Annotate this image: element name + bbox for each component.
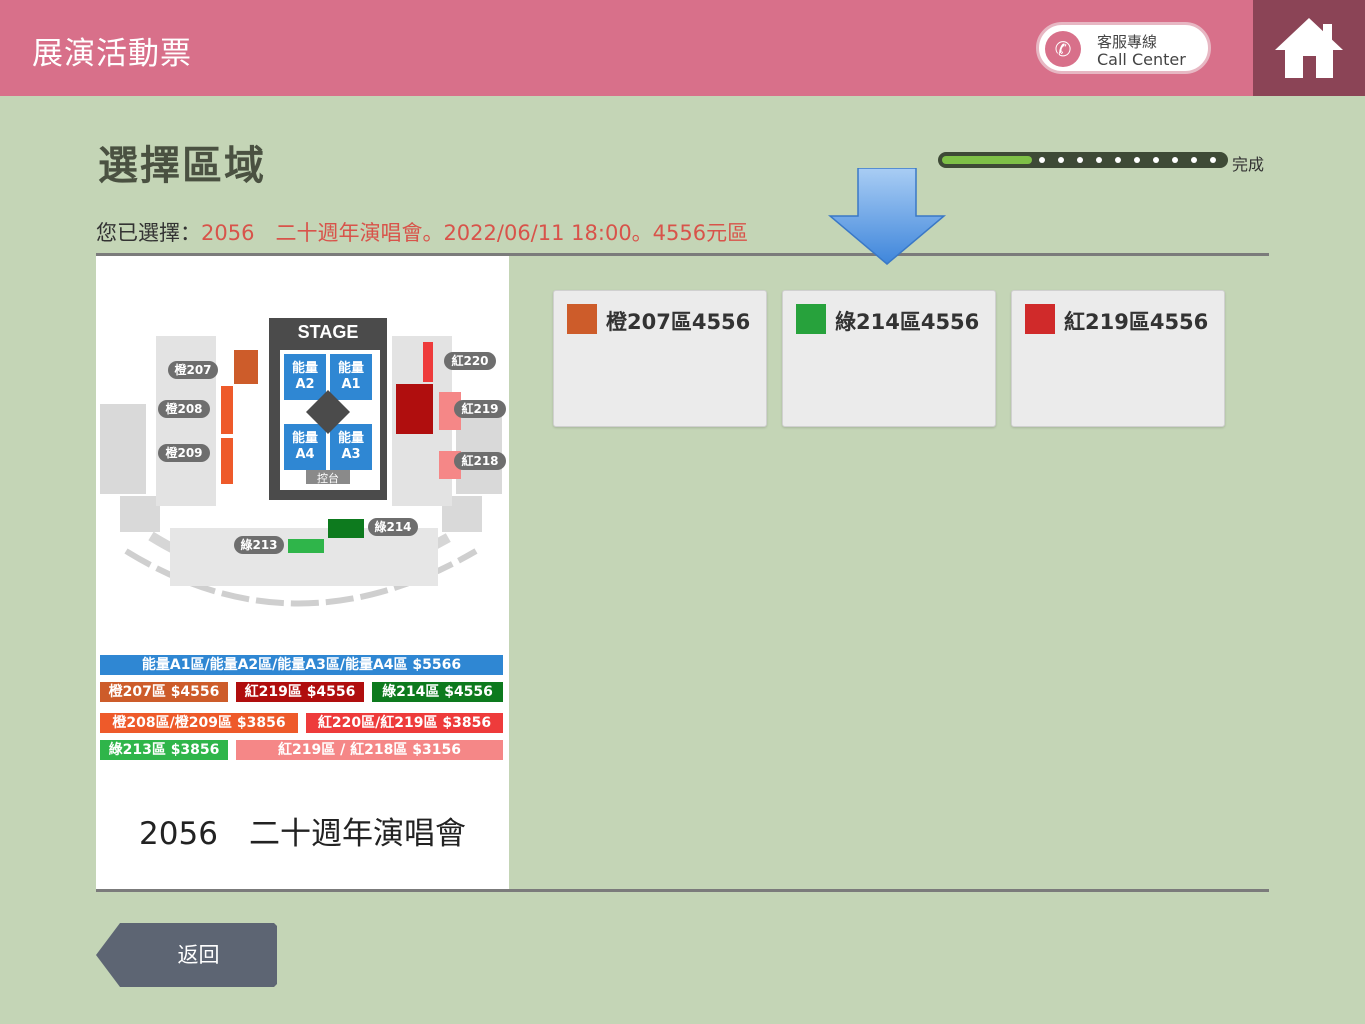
tag-orange-209: 橙209 xyxy=(165,445,202,460)
progress-label: 完成 xyxy=(1232,155,1265,174)
seat-map: STAGE 能量 A2 能量 A1 能量 A4 能量 A3 控台 橙207 橙2… xyxy=(100,318,506,607)
progress-dot xyxy=(1191,157,1197,163)
tag-orange-207: 橙207 xyxy=(174,362,211,377)
block-a4-line1: 能量 xyxy=(292,430,318,446)
app-title: 展演活動票 xyxy=(32,36,192,72)
legend-orange-208-209: 橙208區/橙209區 $3856 xyxy=(100,713,298,733)
back-button[interactable]: 返回 xyxy=(96,923,277,987)
area-card-orange-207[interactable]: 橙207區4556 xyxy=(553,290,767,427)
call-center-label-en: Call Center xyxy=(1097,50,1186,69)
progress-dot xyxy=(1039,157,1045,163)
area-color-swatch xyxy=(796,304,826,334)
header-bar: 展演活動票 ✆ 客服專線 Call Center xyxy=(0,0,1365,96)
home-icon xyxy=(1275,18,1343,78)
selection-value: 2056 二十週年演唱會。2022/06/11 18:00。4556元區 xyxy=(201,221,749,245)
down-arrow-icon xyxy=(828,168,947,265)
seat-map-panel: STAGE 能量 A2 能量 A1 能量 A4 能量 A3 控台 橙207 橙2… xyxy=(96,256,509,889)
tag-red-219: 紅219 xyxy=(461,401,498,416)
legend-energy: 能量A1區/能量A2區/能量A3區/能量A4區 $5566 xyxy=(100,655,503,675)
block-a2-line1: 能量 xyxy=(292,360,318,376)
selection-summary: 您已選擇：2056 二十週年演唱會。2022/06/11 18:00。4556元… xyxy=(96,217,748,247)
tag-green-213: 綠213 xyxy=(240,537,277,552)
tag-orange-208: 橙208 xyxy=(165,401,202,416)
tag-green-214: 綠214 xyxy=(374,519,411,534)
progress-fill xyxy=(942,156,1032,164)
legend-green-214: 綠214區 $4556 xyxy=(372,682,503,702)
block-a3-line2: A3 xyxy=(341,447,360,462)
block-a3-line1: 能量 xyxy=(338,430,364,446)
home-button[interactable] xyxy=(1253,0,1365,96)
progress-dot xyxy=(1096,157,1102,163)
block-a2-line2: A2 xyxy=(295,377,314,392)
area-color-swatch xyxy=(1025,304,1055,334)
legend-green-213: 綠213區 $3856 xyxy=(100,740,228,760)
progress-dot xyxy=(1077,157,1083,163)
area-name: 橙207區4556 xyxy=(606,310,751,334)
area-card-green-214[interactable]: 綠214區4556 xyxy=(782,290,996,427)
area-color-swatch xyxy=(567,304,597,334)
progress-bar xyxy=(938,152,1228,168)
back-label: 返回 xyxy=(177,943,220,967)
block-a1-line1: 能量 xyxy=(338,360,364,376)
legend-red-220-219: 紅220區/紅219區 $3856 xyxy=(306,713,503,733)
call-center-button[interactable]: ✆ 客服專線 Call Center xyxy=(1036,22,1211,74)
event-caption: 2056 二十週年演唱會 xyxy=(139,816,466,852)
area-name: 綠214區4556 xyxy=(835,310,980,334)
legend-red-219-218: 紅219區 / 紅218區 $3156 xyxy=(236,740,503,760)
call-center-label-cn: 客服專線 xyxy=(1097,33,1158,51)
phone-icon: ✆ xyxy=(1045,31,1081,67)
divider xyxy=(96,889,1269,892)
progress-dot xyxy=(1134,157,1140,163)
block-a4-line2: A4 xyxy=(295,447,314,462)
progress-dot xyxy=(1172,157,1178,163)
selection-label: 您已選擇： xyxy=(96,221,201,245)
progress-dot xyxy=(1153,157,1159,163)
area-card-red-219[interactable]: 紅219區4556 xyxy=(1011,290,1225,427)
progress-dot xyxy=(1210,157,1216,163)
legend-orange-207: 橙207區 $4556 xyxy=(100,682,228,702)
progress-dot xyxy=(1115,157,1121,163)
stage-label: STAGE xyxy=(298,322,359,342)
block-a1-line2: A1 xyxy=(341,377,360,392)
tag-red-218: 紅218 xyxy=(461,453,498,468)
legend-red-219: 紅219區 $4556 xyxy=(236,682,364,702)
tag-red-220: 紅220 xyxy=(451,353,488,368)
progress-dot xyxy=(1058,157,1064,163)
page-title: 選擇區域 xyxy=(98,143,266,189)
area-name: 紅219區4556 xyxy=(1064,310,1209,334)
control-booth-label: 控台 xyxy=(317,471,339,485)
